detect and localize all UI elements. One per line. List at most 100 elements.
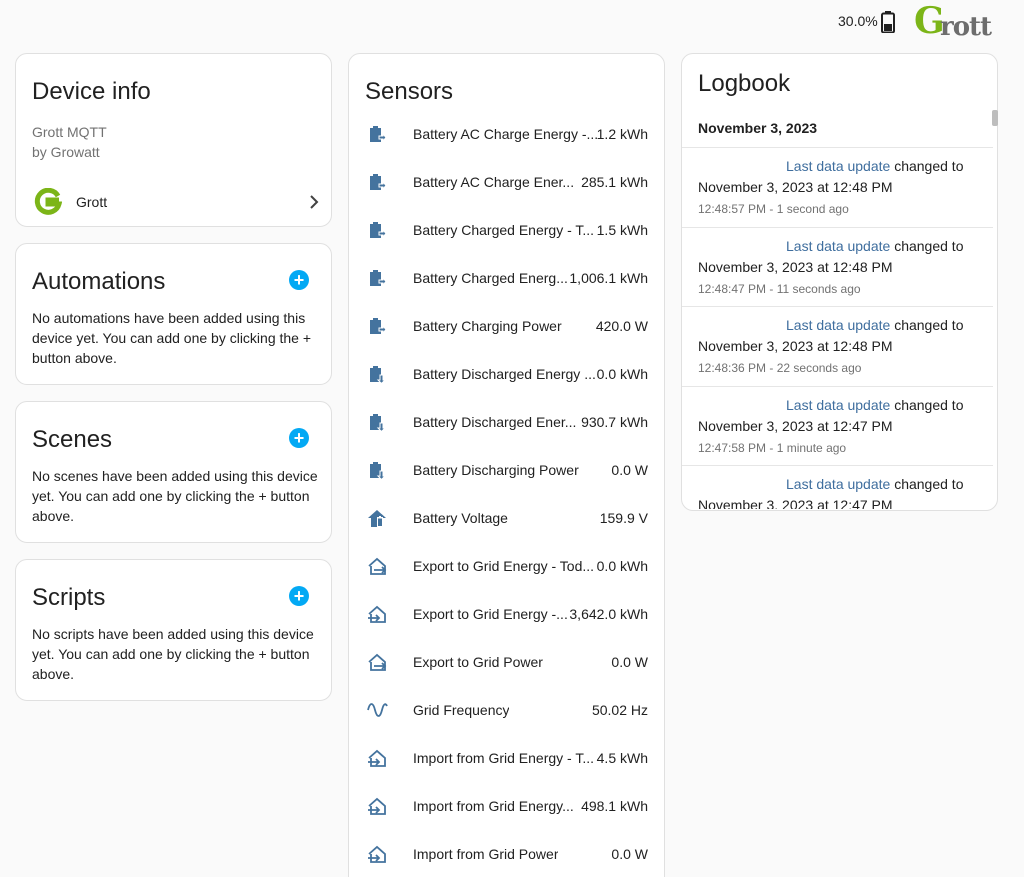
brand-logo-text: rott	[940, 12, 992, 42]
logbook-entries[interactable]: Last data update changed to November 3, 2…	[682, 147, 993, 509]
sensor-name: Battery Discharged Energy ...	[413, 366, 596, 382]
sensor-name: Battery Voltage	[413, 510, 508, 526]
sensor-row[interactable]: Battery Charged Energy - T... 1.5 kWh	[349, 208, 664, 256]
logbook-entity-link[interactable]: Last data update	[786, 397, 890, 413]
logbook-scrollbar[interactable]	[992, 110, 998, 126]
sensor-row[interactable]: Battery AC Charge Ener... 285.1 kWh	[349, 160, 664, 208]
add-script-button[interactable]: +	[289, 586, 309, 606]
logbook-entry-time: 12:47:58 PM - 1 minute ago	[698, 440, 847, 455]
logbook-action: changed to	[890, 476, 964, 492]
sensor-row[interactable]: Battery Charging Power 420.0 W	[349, 304, 664, 352]
sensor-row[interactable]: Export to Grid Power 0.0 W	[349, 640, 664, 688]
battery-discharging-icon	[370, 462, 387, 481]
scenes-card: Scenes + No scenes have been added using…	[15, 401, 332, 543]
logbook-entry-message: Last data update changed to	[786, 158, 963, 174]
sensors-title: Sensors	[365, 78, 454, 105]
sensor-value: 0.0 W	[611, 846, 648, 862]
logbook-entry: Last data update changed to November 3, 2…	[682, 385, 993, 466]
sensor-value: 498.1 kWh	[581, 798, 648, 814]
logbook-entry: Last data update changed to November 3, 2…	[682, 147, 993, 227]
battery-discharging-icon	[370, 414, 387, 433]
logbook-entry-value: November 3, 2023 at 12:47 PM	[698, 497, 893, 509]
logbook-entry-value: November 3, 2023 at 12:47 PM	[698, 417, 893, 434]
battery-discharging-icon	[370, 366, 387, 385]
logbook-action: changed to	[890, 317, 964, 333]
sensor-value: 420.0 W	[595, 318, 648, 334]
chevron-right-icon	[310, 195, 319, 209]
sensor-name: Battery Charging Power	[413, 318, 562, 334]
battery-charging-icon	[370, 318, 387, 335]
logbook-card: Logbook November 3, 2023 Last data updat…	[681, 53, 998, 511]
sensor-name: Battery Charged Energy - T...	[413, 222, 595, 238]
device-model: Grott MQTT	[32, 124, 107, 140]
battery-charging-icon	[370, 270, 387, 287]
battery-percent: 30.0%	[838, 13, 878, 29]
sensor-name: Battery Charged Energ...	[413, 270, 568, 286]
logbook-entity-link[interactable]: Last data update	[786, 476, 890, 492]
sensor-row[interactable]: Battery AC Charge Energy -... 1.2 kWh	[349, 112, 664, 160]
scenes-title: Scenes	[32, 426, 113, 453]
sensor-row[interactable]: Import from Grid Energy... 498.1 kWh	[349, 784, 664, 832]
top-bar: 30.0% G rott	[0, 0, 1024, 46]
sensor-row[interactable]: Export to Grid Energy -... 3,642.0 kWh	[349, 592, 664, 640]
automations-title: Automations	[32, 268, 166, 295]
sensor-value: 1,006.1 kWh	[569, 270, 648, 286]
sensor-row[interactable]: Battery Discharged Ener... 930.7 kWh	[349, 400, 664, 448]
grott-g-icon	[34, 188, 62, 215]
sensor-name: Battery Discharging Power	[413, 462, 579, 478]
sensor-row[interactable]: Battery Discharging Power 0.0 W	[349, 448, 664, 496]
sensor-name: Battery AC Charge Ener...	[413, 174, 575, 190]
sensor-name: Import from Grid Power	[413, 846, 559, 862]
scenes-empty-text: No scenes have been added using this dev…	[32, 468, 318, 524]
sensor-name: Export to Grid Energy -...	[413, 606, 568, 622]
sensor-name: Export to Grid Power	[413, 654, 543, 670]
home-import-icon	[368, 797, 386, 815]
device-info-title: Device info	[32, 78, 151, 105]
logbook-entry-message: Last data update changed to	[786, 397, 963, 413]
device-info-card: Device info Grott MQTT by Growatt Grott	[15, 53, 332, 227]
sensor-list: Battery AC Charge Energy -... 1.2 kWh Batt…	[349, 112, 664, 877]
sensor-value: 0.0 W	[611, 654, 648, 670]
sensor-value: 3,642.0 kWh	[569, 606, 648, 622]
logbook-entry: Last data update changed to November 3, 2…	[682, 465, 993, 509]
scripts-card: Scripts + No scripts have been added usi…	[15, 559, 332, 701]
automations-empty-text: No automations have been added using thi…	[32, 310, 312, 366]
sensor-row[interactable]: Battery Discharged Energy ... 0.0 kWh	[349, 352, 664, 400]
logbook-entry-time: 12:48:57 PM - 1 second ago	[698, 202, 849, 216]
sensor-row[interactable]: Import from Grid Energy - T... 4.5 kWh	[349, 736, 664, 784]
sensor-row[interactable]: Import from Grid Power 0.0 W	[349, 832, 664, 877]
sensor-value: 285.1 kWh	[581, 174, 648, 190]
device-name: Grott	[76, 194, 108, 210]
home-export-icon	[368, 653, 387, 671]
battery-charging-icon	[370, 222, 387, 239]
sensor-row[interactable]: Grid Frequency 50.02 Hz	[349, 688, 664, 736]
sensor-name: Battery AC Charge Energy -...	[413, 126, 599, 142]
logbook-entry-message: Last data update changed to	[786, 238, 963, 254]
home-import-icon	[368, 845, 386, 863]
logbook-entity-link[interactable]: Last data update	[786, 158, 890, 174]
sensor-value: 159.9 V	[599, 510, 648, 526]
logbook-entity-link[interactable]: Last data update	[786, 317, 890, 333]
logbook-action: changed to	[890, 158, 964, 174]
battery-charging-icon	[370, 126, 387, 143]
add-scene-button[interactable]: +	[289, 428, 309, 448]
battery-charging-icon	[370, 174, 387, 191]
logbook-title: Logbook	[698, 70, 791, 97]
sensor-name: Import from Grid Energy - T...	[413, 750, 595, 766]
home-import-icon	[368, 749, 386, 767]
sensor-row[interactable]: Battery Charged Energ... 1,006.1 kWh	[349, 256, 664, 304]
sensor-value: 1.5 kWh	[596, 222, 648, 238]
sensor-name: Export to Grid Energy - Tod...	[413, 558, 595, 574]
logbook-entry-message: Last data update changed to	[786, 476, 963, 492]
sensor-row[interactable]: Battery Voltage 159.9 V	[349, 496, 664, 544]
battery-icon	[881, 11, 895, 33]
device-link-row[interactable]: Grott	[16, 184, 331, 220]
sensor-value: 930.7 kWh	[581, 414, 648, 430]
logbook-entity-link[interactable]: Last data update	[786, 238, 890, 254]
sensor-value: 0.0 kWh	[596, 366, 648, 382]
sensor-row[interactable]: Export to Grid Energy - Tod... 0.0 kWh	[349, 544, 664, 592]
add-automation-button[interactable]: +	[289, 270, 309, 290]
logbook-entry: Last data update changed to November 3, 2…	[682, 306, 993, 386]
scripts-empty-text: No scripts have been added using this de…	[32, 626, 314, 682]
logbook-action: changed to	[890, 237, 964, 254]
